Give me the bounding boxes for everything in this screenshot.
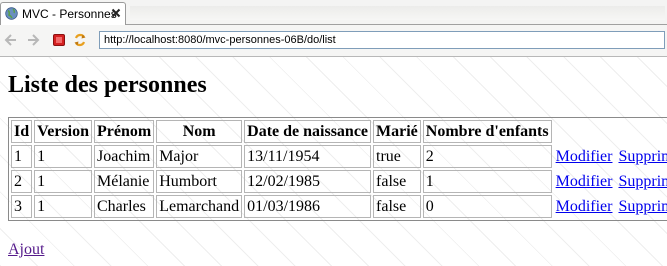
- cell-marie: true: [373, 145, 421, 168]
- cell-delete: Supprimer: [616, 145, 667, 168]
- tab-strip-background: [130, 6, 665, 20]
- add-link[interactable]: Ajout: [8, 240, 44, 259]
- column-header-id: Id: [11, 120, 33, 143]
- table-header-row: Id Version Prénom Nom Date de naissance …: [11, 120, 667, 143]
- forward-arrow-icon[interactable]: [26, 33, 40, 47]
- column-header-nom: Nom: [156, 120, 243, 143]
- cell-marie: false: [373, 195, 421, 218]
- cell-id: 3: [11, 195, 33, 218]
- tab-strip: MVC - Personnes: [0, 0, 667, 25]
- people-table: Id Version Prénom Nom Date de naissance …: [8, 117, 667, 221]
- cell-enfants: 2: [422, 145, 552, 168]
- table-row: 3 1 Charles Lemarchand 01/03/1986 false …: [11, 195, 667, 218]
- navigation-toolbar: http://localhost:8080/mvc-personnes-06B/…: [0, 25, 667, 57]
- edit-link[interactable]: Modifier: [556, 173, 613, 190]
- cell-date: 12/02/1985: [244, 170, 372, 193]
- column-header-delete: [616, 120, 667, 143]
- browser-tab[interactable]: MVC - Personnes: [0, 2, 126, 25]
- column-header-marie: Marié: [373, 120, 421, 143]
- cell-nom: Major: [156, 145, 243, 168]
- cell-version: 1: [34, 170, 92, 193]
- delete-link[interactable]: Supprimer: [618, 198, 667, 215]
- column-header-edit: [554, 120, 615, 143]
- cell-date: 13/11/1954: [244, 145, 372, 168]
- column-header-version: Version: [34, 120, 92, 143]
- cell-edit: Modifier: [554, 195, 615, 218]
- globe-icon: [5, 7, 18, 20]
- column-header-enfants: Nombre d'enfants: [422, 120, 552, 143]
- cell-prenom: Mélanie: [93, 170, 155, 193]
- tab-title: MVC - Personnes: [22, 7, 117, 21]
- cell-prenom: Joachim: [93, 145, 155, 168]
- column-header-prenom: Prénom: [93, 120, 155, 143]
- cell-date: 01/03/1986: [244, 195, 372, 218]
- cell-delete: Supprimer: [616, 195, 667, 218]
- table-row: 1 1 Joachim Major 13/11/1954 true 2 Modi…: [11, 145, 667, 168]
- cell-nom: Humbort: [156, 170, 243, 193]
- cell-nom: Lemarchand: [156, 195, 243, 218]
- back-arrow-icon[interactable]: [4, 33, 18, 47]
- delete-link[interactable]: Supprimer: [618, 148, 667, 165]
- cell-marie: false: [373, 170, 421, 193]
- refresh-icon[interactable]: [73, 33, 87, 47]
- edit-link[interactable]: Modifier: [556, 148, 613, 165]
- url-input[interactable]: http://localhost:8080/mvc-personnes-06B/…: [99, 31, 665, 49]
- cell-edit: Modifier: [554, 170, 615, 193]
- stop-icon[interactable]: [52, 33, 66, 47]
- cell-version: 1: [34, 195, 92, 218]
- page-title: Liste des personnes: [8, 72, 207, 98]
- cell-enfants: 1: [422, 170, 552, 193]
- table-row: 2 1 Mélanie Humbort 12/02/1985 false 1 M…: [11, 170, 667, 193]
- delete-link[interactable]: Supprimer: [618, 173, 667, 190]
- page-content: Liste des personnes Id Version Prénom No…: [0, 57, 667, 266]
- edit-link[interactable]: Modifier: [556, 198, 613, 215]
- cell-enfants: 0: [422, 195, 552, 218]
- column-header-date: Date de naissance: [244, 120, 372, 143]
- cell-edit: Modifier: [554, 145, 615, 168]
- cell-id: 2: [11, 170, 33, 193]
- cell-version: 1: [34, 145, 92, 168]
- close-icon[interactable]: [110, 7, 122, 19]
- cell-id: 1: [11, 145, 33, 168]
- cell-prenom: Charles: [93, 195, 155, 218]
- cell-delete: Supprimer: [616, 170, 667, 193]
